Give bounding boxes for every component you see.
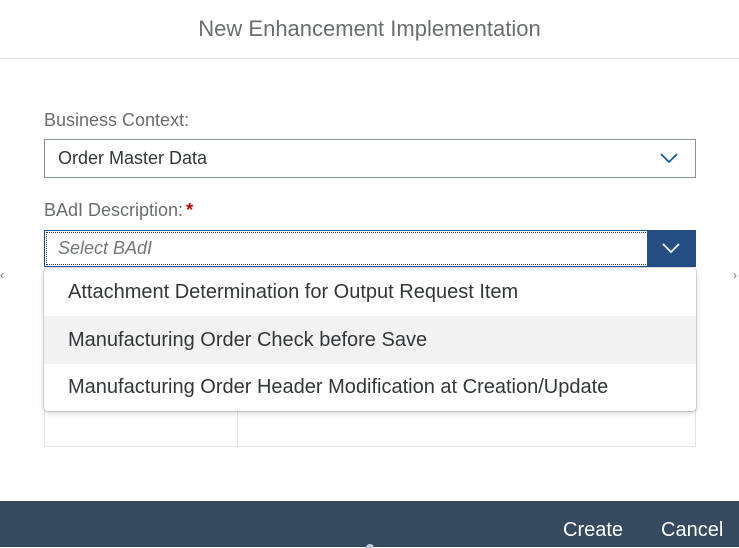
business-context-value: Order Master Data bbox=[58, 148, 208, 168]
dropdown-item[interactable]: Manufacturing Order Header Modification … bbox=[44, 363, 696, 411]
implementation-table bbox=[44, 410, 696, 447]
resize-handle-bottom[interactable] bbox=[366, 544, 374, 548]
dialog-header: New Enhancement Implementation bbox=[0, 0, 739, 59]
resize-handle-left[interactable]: ‹ bbox=[0, 268, 6, 282]
dropdown-item[interactable]: Manufacturing Order Check before Save bbox=[44, 316, 696, 364]
badi-dropdown-list: Attachment Determination for Output Requ… bbox=[44, 268, 696, 411]
chevron-down-icon[interactable] bbox=[645, 140, 695, 177]
badi-description-placeholder[interactable]: Select BAdI bbox=[58, 238, 152, 259]
business-context-select[interactable]: Order Master Data bbox=[44, 139, 696, 178]
badi-description-label-text: BAdI Description: bbox=[44, 200, 184, 220]
cancel-button[interactable]: Cancel bbox=[661, 519, 723, 542]
business-context-label: Business Context: bbox=[44, 110, 190, 130]
badi-description-select[interactable]: Select BAdI bbox=[44, 230, 696, 267]
resize-handle-right[interactable]: › bbox=[733, 268, 739, 282]
badi-description-label: BAdI Description: * bbox=[44, 200, 193, 221]
create-button[interactable]: Create bbox=[563, 519, 623, 542]
dropdown-item[interactable]: Attachment Determination for Output Requ… bbox=[44, 268, 696, 316]
required-marker: * bbox=[186, 200, 194, 220]
dialog-footer: Create Cancel bbox=[0, 501, 739, 548]
chevron-down-icon[interactable] bbox=[647, 230, 696, 267]
dialog-title: New Enhancement Implementation bbox=[198, 16, 541, 41]
table-column-divider bbox=[237, 410, 238, 446]
